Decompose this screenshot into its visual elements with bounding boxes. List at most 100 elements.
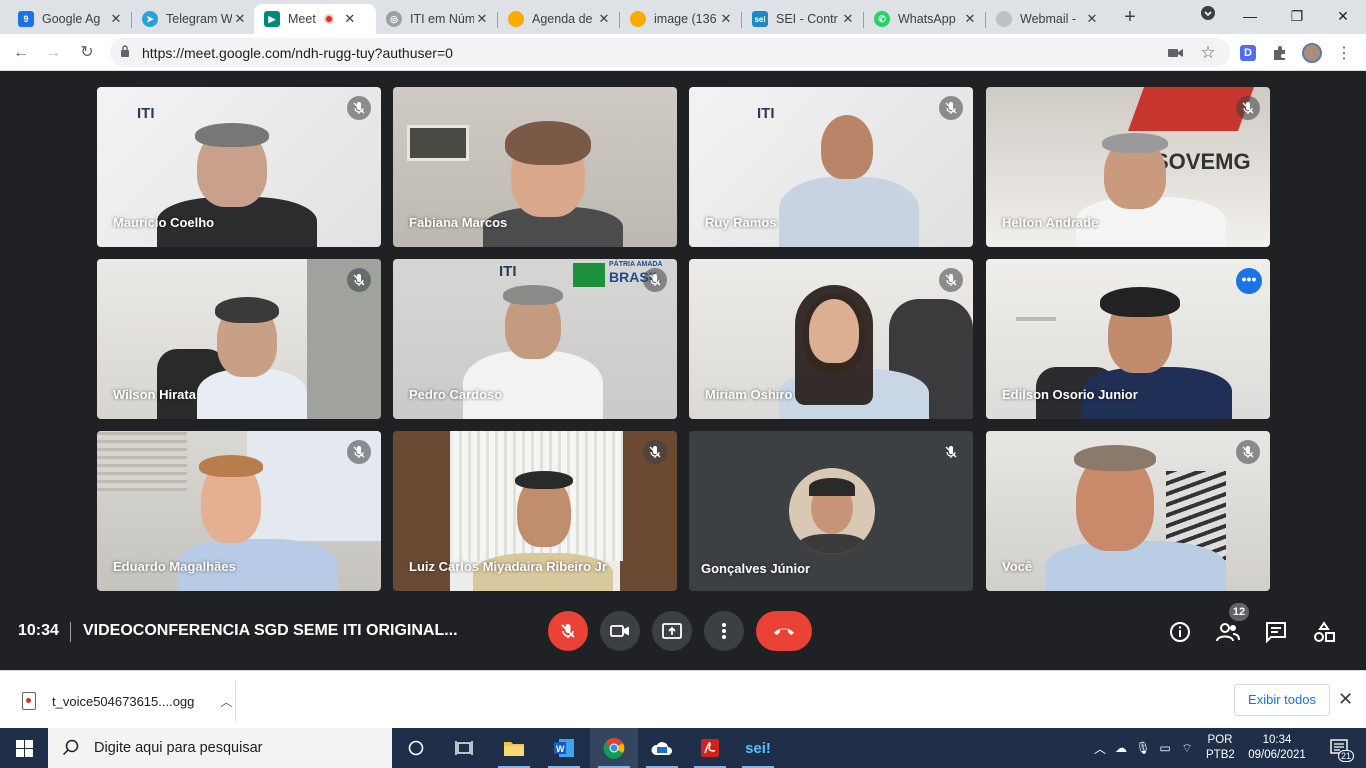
- participant-name: Miriam Oshiro: [705, 387, 793, 402]
- microphone-icon[interactable]: 🎙︎: [1132, 741, 1154, 755]
- participant-name: Fabiana Marcos: [409, 215, 508, 230]
- participant-name: Gonçalves Júnior: [701, 561, 811, 576]
- participant-name: Pedro Cardoso: [409, 387, 503, 402]
- participant-tile[interactable]: ITI Mauricio Coelho: [97, 87, 381, 247]
- participant-tile[interactable]: Fabiana Marcos: [393, 87, 677, 247]
- participant-tile[interactable]: Luiz Carlos Miyadaira Ribeiro Jr: [393, 431, 677, 591]
- close-icon[interactable]: ✕: [1084, 11, 1100, 27]
- tab-google-agenda[interactable]: 9 Google Ag ✕: [8, 4, 132, 34]
- minimize-button[interactable]: —: [1227, 0, 1273, 34]
- wifi-icon[interactable]: ⌔: [1176, 741, 1198, 756]
- back-button[interactable]: ←: [10, 42, 32, 64]
- sei-icon: sei: [752, 11, 768, 27]
- profile-avatar[interactable]: [1302, 43, 1322, 63]
- participant-tile-active-speaker[interactable]: ••• Edilson Osorio Junior: [986, 259, 1270, 419]
- meeting-title[interactable]: VIDEOCONFERENCIA SGD SEME ITI ORIGINAL..…: [83, 622, 458, 640]
- bookmark-star-icon[interactable]: ☆: [1198, 43, 1218, 63]
- outlook-app[interactable]: [638, 728, 686, 768]
- extension-d-icon[interactable]: D: [1238, 43, 1258, 63]
- camera-icon[interactable]: [1166, 43, 1186, 63]
- mic-off-icon: [939, 96, 963, 120]
- participant-tile[interactable]: ITI Ruy Ramos: [689, 87, 973, 247]
- cortana-button[interactable]: [392, 728, 440, 768]
- tab-search-button[interactable]: [1185, 0, 1231, 34]
- input-language[interactable]: POR PTB2: [1206, 733, 1235, 763]
- participant-tile[interactable]: Miriam Oshiro: [689, 259, 973, 419]
- close-icon[interactable]: ✕: [108, 11, 124, 27]
- participant-name: Ruy Ramos: [705, 215, 777, 230]
- forward-button[interactable]: →: [42, 42, 64, 64]
- close-icon[interactable]: ✕: [718, 11, 734, 27]
- task-view-button[interactable]: [440, 728, 488, 768]
- activities-icon[interactable]: [1311, 619, 1337, 645]
- tab-agenda[interactable]: Agenda de ✕: [498, 4, 620, 34]
- taskbar-clock[interactable]: 10:34 09/06/2021: [1244, 733, 1310, 763]
- participant-tile[interactable]: ITI PÁTRIA AMADA BRASIL Pedro Cardoso: [393, 259, 677, 419]
- participant-tile-avatar[interactable]: Gonçalves Júnior: [689, 431, 973, 591]
- address-bar[interactable]: https://meet.google.com/ndh-rugg-tuy?aut…: [110, 38, 1230, 67]
- chat-icon[interactable]: [1263, 619, 1289, 645]
- camera-icon: [610, 625, 629, 637]
- leave-call-button[interactable]: [756, 611, 812, 651]
- sei-app[interactable]: sei!: [734, 728, 782, 768]
- tab-webmail[interactable]: Webmail - ✕: [986, 4, 1108, 34]
- show-all-downloads-button[interactable]: Exibir todos: [1234, 684, 1330, 716]
- onedrive-icon[interactable]: ☁: [1110, 741, 1132, 755]
- participant-tile-self[interactable]: Você: [986, 431, 1270, 591]
- acrobat-app[interactable]: [686, 728, 734, 768]
- close-icon[interactable]: ✕: [962, 11, 978, 27]
- close-icon[interactable]: ✕: [474, 11, 490, 27]
- tab-telegram[interactable]: ➤ Telegram W ✕: [132, 4, 256, 34]
- start-button[interactable]: [0, 728, 48, 768]
- cortana-icon: [408, 740, 424, 756]
- tab-image[interactable]: image (136 ✕: [620, 4, 742, 34]
- chrome-app[interactable]: [590, 728, 638, 768]
- chevron-up-icon[interactable]: ︿: [220, 693, 232, 710]
- download-item[interactable]: t_voice504673615....ogg ︿: [14, 681, 236, 721]
- more-options-button[interactable]: [704, 611, 744, 651]
- participant-tile[interactable]: SOVEMG Helton Andrade: [986, 87, 1270, 247]
- mic-off-icon: [1236, 440, 1260, 464]
- close-icon[interactable]: ✕: [840, 11, 856, 27]
- download-filename: t_voice504673615....ogg: [52, 693, 195, 709]
- windows-taskbar: Digite aqui para pesquisar W sei! ︿ ☁ 🎙︎…: [0, 728, 1366, 768]
- participant-name: Edilson Osorio Junior: [1002, 387, 1138, 402]
- mic-off-icon: [643, 440, 667, 464]
- word-app[interactable]: W: [540, 728, 588, 768]
- tab-whatsapp[interactable]: ✆ WhatsApp ✕: [864, 4, 986, 34]
- kebab-icon: [722, 623, 726, 639]
- tab-meet[interactable]: ▶ Meet ✕: [254, 4, 376, 34]
- mail-cloud-icon: [651, 742, 672, 755]
- extensions-puzzle-icon[interactable]: [1270, 43, 1290, 63]
- tab-iti[interactable]: ◎ ITI em Núm ✕: [376, 4, 498, 34]
- participant-name: Wilson Hirata: [113, 387, 196, 402]
- taskbar-search-box[interactable]: Digite aqui para pesquisar: [48, 728, 392, 768]
- close-icon[interactable]: ✕: [232, 11, 248, 27]
- close-icon[interactable]: ✕: [342, 11, 358, 27]
- new-tab-button[interactable]: +: [1119, 6, 1141, 28]
- close-icon[interactable]: ✕: [1338, 689, 1353, 710]
- participant-name: Mauricio Coelho: [113, 215, 215, 230]
- more-options-button[interactable]: •••: [1236, 268, 1262, 294]
- gov-br-icon: [630, 11, 646, 27]
- menu-kebab-icon[interactable]: ⋮: [1334, 43, 1354, 63]
- meeting-details-icon[interactable]: [1167, 619, 1193, 645]
- chevron-down-icon: [1201, 6, 1215, 20]
- reload-button[interactable]: ↻: [76, 42, 98, 64]
- chevron-up-icon[interactable]: ︿: [1090, 740, 1110, 757]
- participant-tile[interactable]: Eduardo Magalhães: [97, 431, 381, 591]
- participant-name: Eduardo Magalhães: [113, 559, 236, 574]
- toggle-microphone-button[interactable]: [548, 611, 588, 651]
- tab-sei[interactable]: sei SEI - Contr ✕: [742, 4, 864, 34]
- present-screen-button[interactable]: [652, 611, 692, 651]
- notification-center-button[interactable]: 21: [1322, 728, 1358, 768]
- close-window-button[interactable]: ✕: [1320, 0, 1366, 34]
- file-explorer-app[interactable]: [490, 728, 538, 768]
- battery-icon[interactable]: ▭: [1154, 741, 1176, 755]
- close-icon[interactable]: ✕: [596, 11, 612, 27]
- maximize-button[interactable]: ❐: [1274, 0, 1320, 34]
- participants-icon[interactable]: [1215, 619, 1241, 645]
- toggle-camera-button[interactable]: [600, 611, 640, 651]
- iti-logo: ITI: [137, 105, 155, 122]
- participant-tile[interactable]: Wilson Hirata: [97, 259, 381, 419]
